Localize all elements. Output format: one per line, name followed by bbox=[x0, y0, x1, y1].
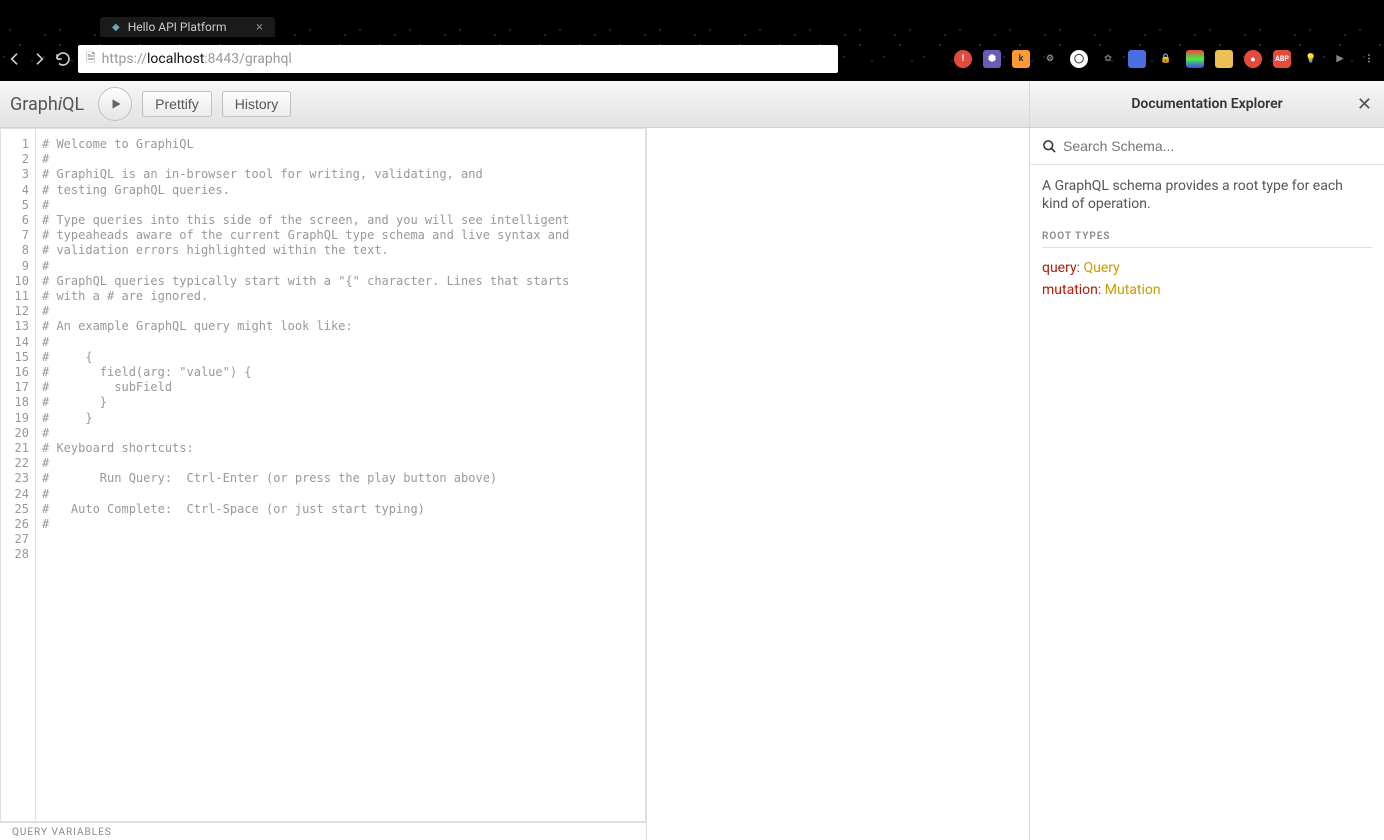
play-icon bbox=[109, 97, 123, 111]
extension-icon[interactable] bbox=[1215, 50, 1233, 68]
query-editor[interactable]: 1234567891011121314151617181920212223242… bbox=[0, 128, 646, 822]
page-content: GraphiQL Prettify History 12345678910111… bbox=[0, 81, 1384, 840]
schema-description: A GraphQL schema provides a root type fo… bbox=[1042, 177, 1372, 213]
extension-icon[interactable]: ▶ bbox=[1331, 50, 1349, 68]
extension-icon[interactable]: ✿ bbox=[1099, 50, 1117, 68]
editor-result-split: 1234567891011121314151617181920212223242… bbox=[0, 128, 1029, 840]
browser-tab[interactable]: ◆ Hello API Platform × bbox=[100, 17, 275, 37]
root-type-link[interactable]: Mutation bbox=[1105, 282, 1161, 298]
history-button[interactable]: History bbox=[222, 91, 292, 117]
extension-icon[interactable]: ABP bbox=[1273, 50, 1291, 68]
browser-nav-bar: 🗎 https://localhost:8443/graphql ! ⬢ k ⚙… bbox=[0, 37, 1384, 81]
extension-icon[interactable]: ◯ bbox=[1070, 50, 1088, 68]
close-icon[interactable]: ✕ bbox=[1357, 94, 1372, 115]
code-lines[interactable]: # Welcome to GraphiQL## GraphiQL is an i… bbox=[36, 129, 645, 821]
extension-icon[interactable] bbox=[1128, 50, 1146, 68]
back-icon[interactable] bbox=[6, 50, 24, 68]
extension-icon[interactable]: k bbox=[1012, 50, 1030, 68]
url-bar[interactable]: 🗎 https://localhost:8443/graphql bbox=[78, 45, 838, 73]
url-text: https://localhost:8443/graphql bbox=[102, 51, 292, 67]
extension-icon[interactable]: 💡 bbox=[1302, 50, 1320, 68]
query-variables-header[interactable]: QUERY VARIABLES bbox=[0, 822, 646, 840]
graphiql-logo: GraphiQL bbox=[10, 94, 84, 115]
page-info-icon[interactable]: 🗎 bbox=[86, 49, 96, 70]
root-type-row: query: Query bbox=[1042, 260, 1372, 276]
line-gutter: 1234567891011121314151617181920212223242… bbox=[1, 129, 36, 821]
schema-search-input[interactable] bbox=[1063, 138, 1372, 154]
prettify-button[interactable]: Prettify bbox=[142, 91, 212, 117]
extension-icons: ! ⬢ k ⚙ ◯ ✿ 🔒 ● ABP 💡 ▶ ⋮ bbox=[954, 50, 1378, 68]
graphiql-app: GraphiQL Prettify History 12345678910111… bbox=[0, 81, 1029, 840]
doc-body: A GraphQL schema provides a root type fo… bbox=[1030, 165, 1384, 840]
browser-tab-strip: ◆ Hello API Platform × bbox=[0, 15, 1384, 37]
extension-icon[interactable]: ⚙ bbox=[1041, 50, 1059, 68]
extension-icon[interactable]: 🔒 bbox=[1157, 50, 1175, 68]
search-icon bbox=[1042, 139, 1057, 154]
execute-button[interactable] bbox=[98, 87, 132, 121]
menu-icon[interactable]: ⋮ bbox=[1360, 50, 1378, 68]
window-top-strip bbox=[0, 0, 1384, 15]
doc-explorer-title: Documentation Explorer bbox=[1131, 96, 1282, 112]
root-type-link[interactable]: Query bbox=[1083, 260, 1119, 276]
result-pane bbox=[647, 128, 1029, 840]
forward-icon[interactable] bbox=[30, 50, 48, 68]
close-icon[interactable]: × bbox=[256, 20, 263, 35]
root-type-row: mutation: Mutation bbox=[1042, 282, 1372, 298]
root-type-field: mutation bbox=[1042, 282, 1098, 298]
reload-icon[interactable] bbox=[54, 50, 72, 68]
tab-favicon-icon: ◆ bbox=[112, 22, 120, 33]
root-types-heading: ROOT TYPES bbox=[1042, 231, 1372, 248]
query-editor-pane: 1234567891011121314151617181920212223242… bbox=[0, 128, 647, 840]
root-type-field: query bbox=[1042, 260, 1077, 276]
tab-title: Hello API Platform bbox=[128, 20, 227, 34]
graphiql-toolbar: GraphiQL Prettify History bbox=[0, 81, 1029, 128]
extension-icon[interactable]: ⬢ bbox=[983, 50, 1001, 68]
extension-icon[interactable]: ! bbox=[954, 50, 972, 68]
doc-search bbox=[1030, 128, 1384, 165]
extension-icon[interactable]: ● bbox=[1244, 50, 1262, 68]
extension-icon[interactable] bbox=[1186, 50, 1204, 68]
doc-explorer-header: Documentation Explorer ✕ bbox=[1030, 81, 1384, 128]
doc-explorer: Documentation Explorer ✕ A GraphQL schem… bbox=[1029, 81, 1384, 840]
